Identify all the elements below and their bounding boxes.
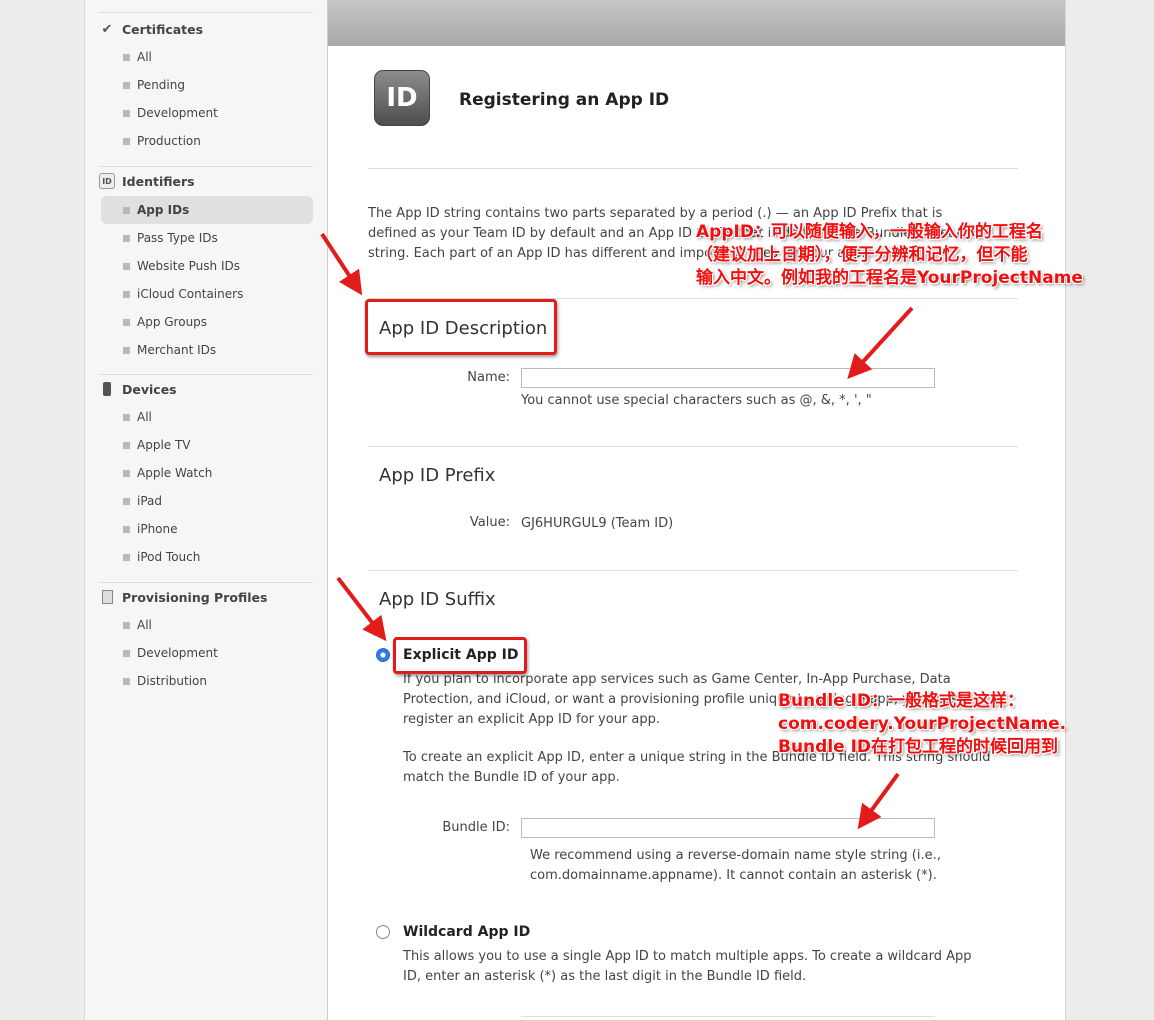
arrow-icon [847, 306, 914, 379]
arrow-icon [320, 232, 363, 296]
annotation-arrows [320, 232, 914, 830]
arrow-icon [336, 576, 387, 642]
arrow-icon [857, 772, 900, 830]
